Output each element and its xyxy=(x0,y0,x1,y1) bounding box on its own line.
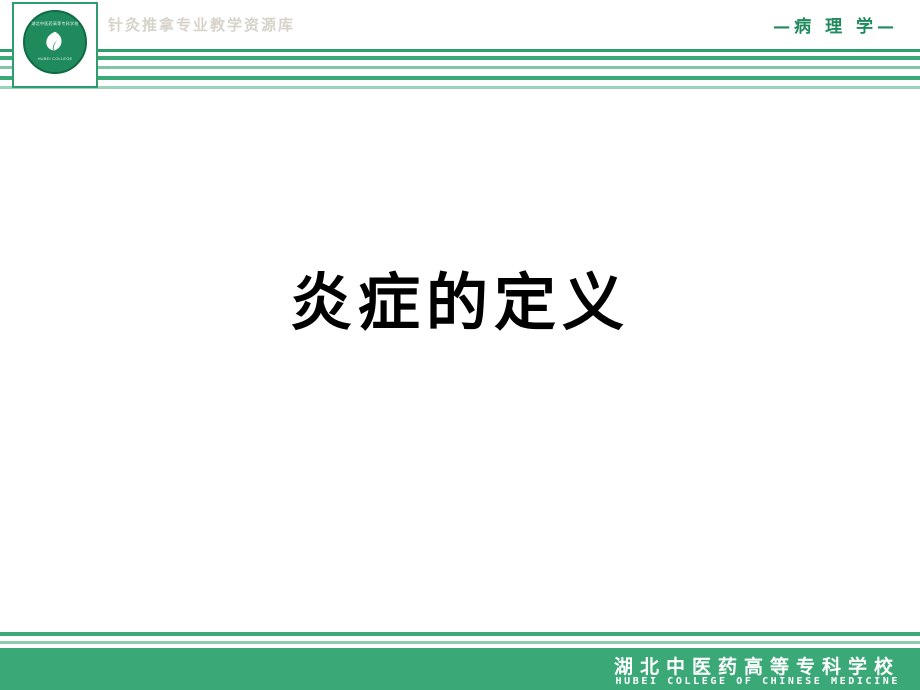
leaf-emblem-icon: 湖北中医药高等专科学校 HUBEI COLLEGE xyxy=(23,10,87,74)
slide-header: 湖北中医药高等专科学校 HUBEI COLLEGE 针灸推拿专业教学资源库 —病… xyxy=(0,0,920,92)
logo-bottom-text: HUBEI COLLEGE xyxy=(37,56,73,61)
header-rule-4 xyxy=(0,86,920,89)
header-rule-2 xyxy=(0,66,920,69)
resource-library-title: 针灸推拿专业教学资源库 xyxy=(108,16,296,34)
school-name-cn: 湖北中医药高等专科学校 xyxy=(613,656,900,678)
course-title: —病 理 学— xyxy=(773,17,898,37)
slide-body: 炎症的定义 xyxy=(0,92,920,632)
presentation-slide: 湖北中医药高等专科学校 HUBEI COLLEGE 针灸推拿专业教学资源库 —病… xyxy=(0,0,920,690)
header-rule-1 xyxy=(0,56,920,60)
footer-rule-1 xyxy=(0,632,920,636)
leaf-icon xyxy=(46,31,62,51)
header-rule-3 xyxy=(0,76,920,80)
slide-footer: 湖北中医药高等专科学校 HUBEI COLLEGE OF CHINESE MED… xyxy=(0,632,920,690)
school-logo: 湖北中医药高等专科学校 HUBEI COLLEGE xyxy=(12,2,98,88)
logo-ring-text: 湖北中医药高等专科学校 xyxy=(31,21,79,26)
page-title: 炎症的定义 xyxy=(289,266,630,339)
school-name-en: HUBEI COLLEGE OF CHINESE MEDICINE xyxy=(615,676,900,687)
footer-rule-2 xyxy=(0,641,920,644)
